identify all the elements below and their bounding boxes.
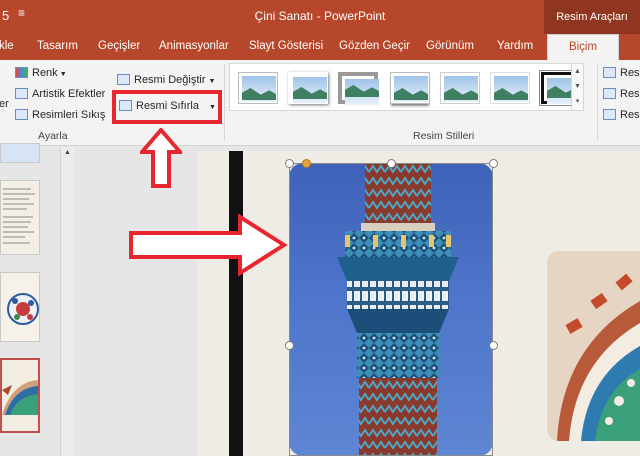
gallery-scroll[interactable]: ▲ ▼ ▾ (571, 64, 583, 110)
picture-styles-gallery: ▲ ▼ ▾ (229, 63, 584, 111)
picture-layout-label: Resi (620, 109, 640, 121)
tab-bicim[interactable]: Biçim (547, 34, 619, 60)
picture-effects-button[interactable]: Resi (603, 88, 640, 100)
picture-effects-label: Resi (620, 88, 640, 100)
chevron-down-icon: ▼ (208, 78, 216, 85)
ribbon-tabs: kle Tasarım Geçişler Animasyonlar Slayt … (0, 34, 640, 60)
tab-slayt-gosterisi[interactable]: Slayt Gösterisi (249, 34, 323, 60)
resize-handle[interactable] (285, 159, 294, 168)
context-tab-header: Resim Araçları (544, 0, 640, 34)
artistic-effects-button[interactable]: Artistik Efektler (15, 88, 105, 100)
annotation-up-arrow (140, 128, 182, 188)
app-name: PowerPoint (324, 9, 386, 23)
arch-tile-graphic (2, 380, 38, 415)
picture-style-thumb[interactable] (338, 72, 379, 105)
picture-effects-icon (603, 88, 616, 99)
slide-thumbnail[interactable] (0, 272, 40, 342)
tab-yardim[interactable]: Yardım (497, 34, 533, 60)
slide-thumbnail[interactable] (0, 143, 40, 163)
picture-style-thumb[interactable] (440, 72, 480, 104)
gallery-more-icon[interactable]: ▾ (572, 94, 583, 109)
picture-style-thumb[interactable] (390, 72, 430, 104)
group-divider (224, 64, 225, 140)
scroll-down-icon[interactable]: ▼ (572, 79, 583, 94)
picture-border-button[interactable]: Resi (603, 67, 640, 79)
color-icon (15, 67, 28, 78)
picture-style-thumb[interactable] (490, 72, 530, 104)
slide-dark-bar (229, 151, 243, 456)
slide-thumbnail[interactable] (0, 180, 40, 255)
tab-animasyonlar[interactable]: Animasyonlar (159, 34, 229, 60)
resize-handle[interactable] (387, 159, 396, 168)
scroll-up-icon[interactable]: ▲ (572, 64, 583, 79)
tile-arch-picture[interactable] (547, 251, 640, 441)
artistic-effects-label: Artistik Efektler (32, 88, 106, 100)
document-name: Çini Sanatı (254, 9, 314, 23)
selection-outline (289, 163, 493, 456)
ribbon: er Renk ▼ Artistik Efektler Resimleri Sık… (0, 60, 640, 146)
group-divider (597, 64, 598, 140)
resize-handle[interactable] (489, 341, 498, 350)
change-picture-label: Resmi Değiştir (134, 74, 206, 86)
tab-gozden-gecir[interactable]: Gözden Geçir (339, 34, 410, 60)
artistic-effects-icon (15, 88, 28, 99)
picture-border-label: Resi (620, 67, 640, 79)
change-picture-icon (117, 74, 130, 85)
resize-handle[interactable] (489, 159, 498, 168)
picture-layout-button[interactable]: Resi (603, 109, 640, 121)
title-bar: 5 ≡ Çini Sanatı - PowerPoint Resim Araçl… (0, 0, 640, 34)
picture-border-icon (603, 67, 616, 78)
scroll-up-icon[interactable]: ▲ (63, 149, 72, 157)
picture-style-thumb[interactable] (288, 72, 328, 104)
compress-pictures-button[interactable]: Resimleri Sıkış (15, 109, 105, 121)
tab-gecisler[interactable]: Geçişler (98, 34, 140, 60)
adjust-group-label: Ayarla (38, 130, 68, 142)
color-label: Renk (32, 67, 58, 79)
tile-arch-graphic (547, 251, 640, 441)
tab-gorunum[interactable]: Görünüm (426, 34, 474, 60)
thumbnails-scrollbar[interactable]: ▲ (60, 147, 74, 456)
picture-layout-icon (603, 109, 616, 120)
chevron-down-icon: ▼ (59, 71, 67, 78)
text-lines-graphic (3, 188, 35, 244)
picture-styles-group-label: Resim Stilleri (413, 130, 475, 142)
ceramic-plate-graphic (7, 293, 39, 325)
picture-style-thumb[interactable] (238, 72, 278, 104)
annotation-right-arrow (129, 214, 288, 276)
powerpoint-window: 5 ≡ Çini Sanatı - PowerPoint Resim Araçl… (0, 0, 640, 456)
title-separator: - (316, 9, 321, 23)
compress-icon (15, 109, 28, 120)
annotation-highlight-box (112, 90, 222, 124)
color-button[interactable]: Renk ▼ (15, 67, 67, 79)
slide-thumbnail-selected[interactable] (0, 358, 40, 433)
compress-label: Resimleri Sıkış (32, 109, 106, 121)
adjust-handle[interactable] (302, 159, 311, 168)
change-picture-button[interactable]: Resmi Değiştir ▼ (117, 74, 215, 86)
tab-tasarim[interactable]: Tasarım (37, 34, 78, 60)
partial-command[interactable]: er (0, 98, 9, 110)
resize-handle[interactable] (285, 341, 294, 350)
tab-ekle[interactable]: kle (0, 34, 14, 60)
